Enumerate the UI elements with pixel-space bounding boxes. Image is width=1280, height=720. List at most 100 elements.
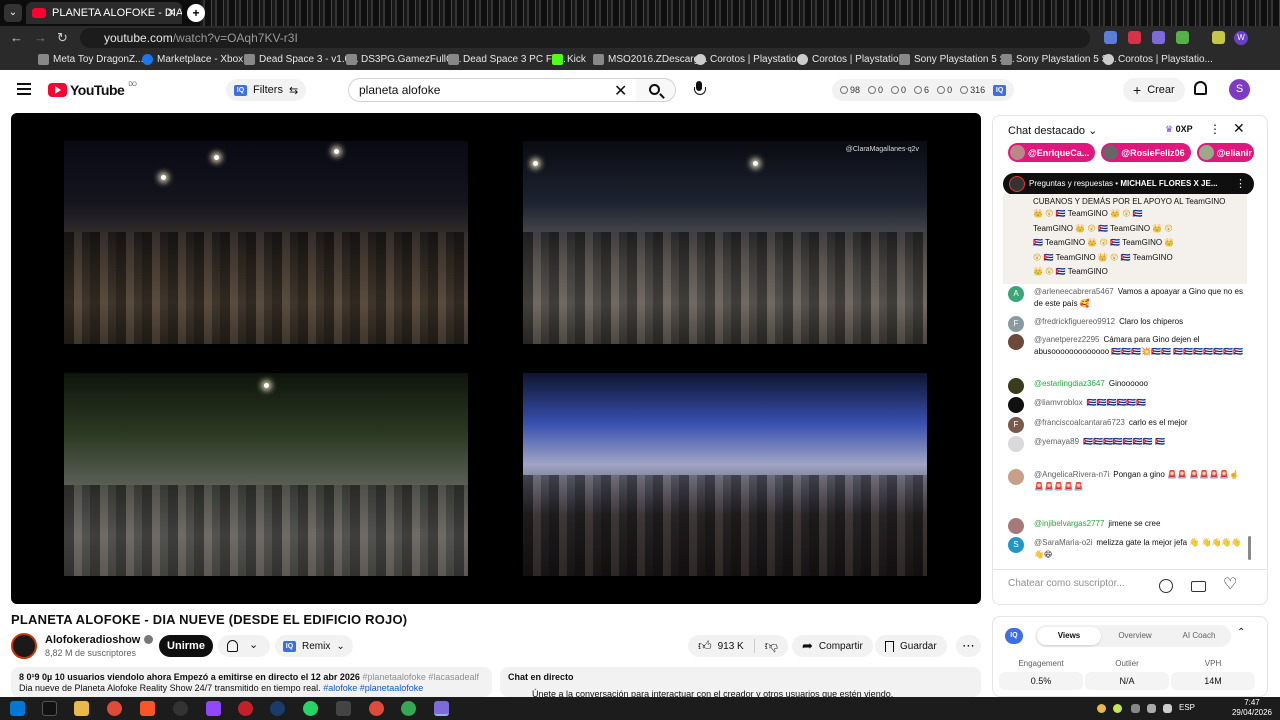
extension-badge-icon[interactable]: IQ	[993, 84, 1007, 96]
tray-icon[interactable]	[1113, 704, 1122, 713]
bookmark-item[interactable]: Dead Space 3 - v1.0...	[244, 54, 359, 65]
start-icon[interactable]	[10, 701, 25, 716]
tab-ai-coach[interactable]: AI Coach	[1167, 625, 1231, 647]
bookmark-item[interactable]: Corotos | Playstatio...	[695, 54, 805, 65]
filters-button[interactable]: IQ Filters ⇆	[226, 79, 307, 101]
bookmark-item[interactable]: Corotos | Playstatio...	[1103, 54, 1213, 65]
subscription-bell-button[interactable]: ⌄	[218, 635, 270, 657]
extension-icon[interactable]	[1176, 31, 1189, 44]
chat-input[interactable]: Chatear como suscriptor...	[1008, 578, 1125, 589]
tab-menu-button[interactable]: ⌄	[4, 4, 22, 22]
description-box[interactable]: 8 0¹9 0µ 10 usuarios viendolo ahora Empe…	[11, 667, 492, 697]
new-tab-button[interactable]: +	[187, 4, 205, 22]
close-chat-icon[interactable]: ✕	[1233, 120, 1245, 137]
extension-stats-bar[interactable]: 98 0 0 6 0 316 IQ	[832, 79, 1015, 101]
pinned-banner[interactable]: Preguntas y respuestas • MICHAEL FLORES …	[1003, 173, 1254, 195]
notifications-bell-icon[interactable]	[1194, 81, 1207, 95]
account-avatar[interactable]: S	[1229, 79, 1250, 100]
join-button[interactable]: Unirme	[159, 635, 213, 657]
chat-message[interactable]: @estarlingdiaz3647 Ginoooooo	[1008, 378, 1248, 394]
app-icon[interactable]	[173, 701, 188, 716]
emoji-icon[interactable]	[1159, 579, 1173, 593]
like-button[interactable]: 👍︎ 913 K 👎︎	[688, 635, 788, 657]
system-clock[interactable]: 7:47 29/04/2026	[1232, 698, 1272, 718]
channel-name[interactable]: Alofokeradioshow	[45, 634, 154, 646]
tray-icon[interactable]	[1163, 704, 1172, 713]
tray-icon[interactable]	[1131, 704, 1140, 713]
chrome-icon[interactable]	[401, 701, 416, 716]
brave-icon[interactable]	[140, 701, 155, 716]
profile-avatar[interactable]: W	[1234, 31, 1248, 45]
forward-icon[interactable]: →	[34, 30, 47, 45]
chat-scrollbar[interactable]	[1248, 536, 1251, 560]
bookmark-item[interactable]: Dead Space 3 PC Fu...	[448, 54, 566, 65]
share-button[interactable]: ➦ Compartir	[792, 635, 873, 657]
app-icon[interactable]	[206, 701, 221, 716]
bookmark-item[interactable]: Sony Playstation 5 S...	[899, 54, 1015, 65]
bookmark-item[interactable]: Sony Playstation 5 S...	[1001, 54, 1117, 65]
extension-icon[interactable]	[1128, 31, 1141, 44]
more-options-icon[interactable]: ⋮	[1235, 173, 1246, 195]
chat-message[interactable]: @injibelvargas2777 jimene se cree	[1008, 518, 1248, 534]
extension-icon[interactable]	[1104, 31, 1117, 44]
close-tab-icon[interactable]: ✕	[167, 2, 176, 24]
channel-avatar[interactable]	[11, 633, 37, 659]
menu-icon[interactable]	[17, 83, 31, 95]
thumbs-down-icon[interactable]: 👎︎	[765, 638, 778, 654]
bookmark-item[interactable]: Corotos | Playstatio...	[797, 54, 907, 65]
bookmark-item[interactable]: Kick	[552, 54, 586, 65]
chat-message[interactable]: F @fredrickfiguereo9912 Claro los chipero…	[1008, 316, 1248, 332]
chatter-chip[interactable]: @elianir	[1196, 143, 1254, 162]
tray-icon[interactable]	[1147, 704, 1156, 713]
search-button[interactable]	[636, 78, 676, 102]
tiktok-icon[interactable]	[42, 701, 57, 716]
chevron-up-icon[interactable]: ⌃	[1237, 627, 1245, 638]
stat-item: 0	[891, 85, 906, 95]
chat-message[interactable]: S @SaraMaria-o2i melizza gate la mejor je…	[1008, 537, 1248, 561]
chat-message[interactable]: @liamvroblox 🇨🇺🇨🇺🇨🇺🇨🇺🇨🇺🇨🇺	[1008, 397, 1248, 413]
browser-tab-active[interactable]: PLANETA ALOFOKE - DIA N ✕	[26, 2, 182, 24]
tray-icon[interactable]	[1097, 704, 1106, 713]
chat-message[interactable]: A @arleneecabrera5467 Vamos a apoayar a G…	[1008, 286, 1248, 310]
extension-icon[interactable]	[1152, 31, 1165, 44]
more-options-icon[interactable]: ⋮	[1209, 122, 1221, 136]
clear-search-icon[interactable]: ✕	[614, 81, 627, 101]
chatter-chip[interactable]: @EnriqueCa...	[1008, 143, 1096, 162]
bookmark-item[interactable]: Marketplace - Xbox...	[142, 54, 251, 65]
more-actions-icon[interactable]: ⋯	[956, 635, 981, 657]
reload-icon[interactable]: ↻	[57, 30, 68, 46]
save-button[interactable]: Guardar	[875, 635, 947, 657]
chat-message[interactable]: @AngelicaRivera-n7i Pongan a gino 🚨🚨 🚨🚨🚨🚨…	[1008, 469, 1248, 493]
microphone-icon[interactable]	[693, 81, 706, 98]
chat-message[interactable]: F @franciscoalcantara6723 carlo es el mej…	[1008, 417, 1248, 433]
chrome-icon[interactable]	[369, 701, 384, 716]
bookmark-item[interactable]: DS3PG.GamezFullC...	[346, 54, 462, 65]
file-explorer-icon[interactable]	[74, 701, 89, 716]
chatter-chip[interactable]: @RosieFeliz06	[1101, 143, 1191, 162]
app-icon[interactable]	[238, 701, 253, 716]
video-player[interactable]: @ClaraMagallanes-q2v	[11, 113, 981, 604]
bookmark-item[interactable]: MSO2016.ZDescarg...	[593, 54, 707, 65]
back-icon[interactable]: ←	[10, 30, 23, 45]
tab-overview[interactable]: Overview	[1103, 625, 1167, 647]
tab-views[interactable]: Views	[1037, 627, 1101, 645]
chat-message[interactable]: @yemaya89 🇨🇺🇨🇺🇨🇺🇨🇺🇨🇺🇨🇺🇨🇺 🇨🇺	[1008, 436, 1248, 452]
browser-active-icon[interactable]	[434, 701, 449, 716]
search-input[interactable]: planeta alofoke	[348, 78, 637, 102]
chrome-icon[interactable]	[107, 701, 122, 716]
extension-icon[interactable]	[1212, 31, 1225, 44]
youtube-logo[interactable]: YouTube DO	[48, 82, 137, 98]
bookmark-item[interactable]: Meta Toy DragonZ...	[38, 54, 143, 65]
chat-message[interactable]: @yanetperez2295 Cámara para Gino dejen el…	[1008, 334, 1248, 358]
url-field[interactable]: youtube.com/watch?v=OAqh7KV-r3I	[80, 28, 1090, 48]
create-button[interactable]: + Crear	[1123, 78, 1185, 102]
super-chat-icon[interactable]	[1191, 581, 1206, 592]
app-icon[interactable]	[270, 701, 285, 716]
live-chat-hint: Únete a la conversación para interactuar…	[532, 689, 894, 697]
app-icon[interactable]	[336, 701, 351, 716]
language-indicator[interactable]: ESP	[1179, 703, 1195, 712]
remix-button[interactable]: IQ Remix ⌄	[275, 635, 353, 657]
chat-mode-dropdown[interactable]: Chat destacado ⌄	[1008, 124, 1097, 137]
whatsapp-icon[interactable]	[303, 701, 318, 716]
heart-icon[interactable]: ♡	[1223, 574, 1237, 594]
